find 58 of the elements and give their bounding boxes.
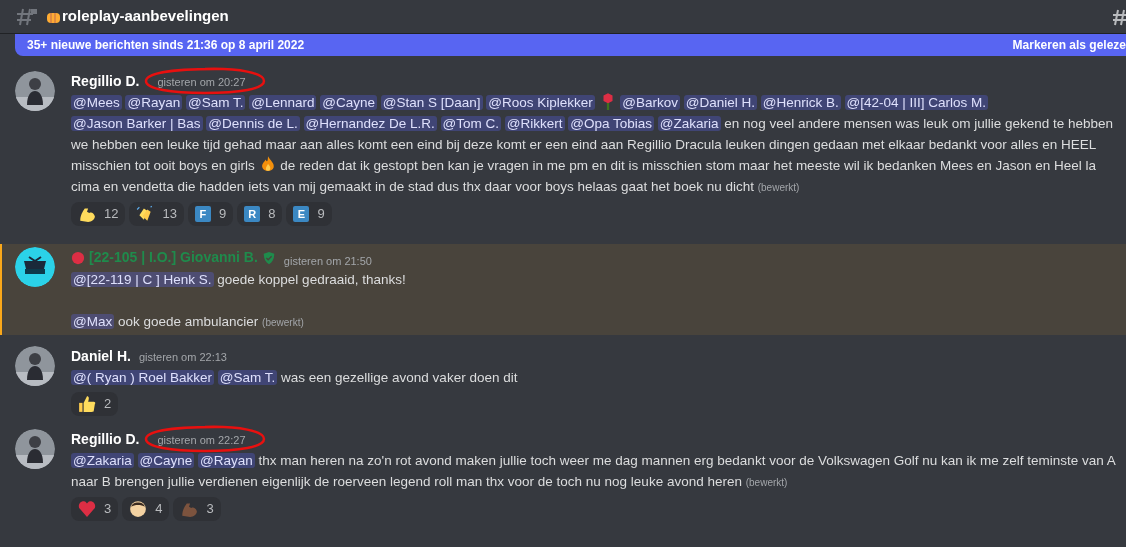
flexed-arm-icon <box>180 500 199 518</box>
mention-link[interactable]: @Hernandez De L.R. <box>303 116 437 131</box>
new-messages-text: 35+ nieuwe berichten sinds 21:36 op 8 april 2022 <box>27 37 305 54</box>
mention-link[interactable]: @Sam T. <box>186 95 246 110</box>
reaction-button[interactable]: R 8 <box>237 202 283 226</box>
username[interactable]: Regillio D. <box>71 429 140 450</box>
username[interactable]: Daniel H. <box>71 346 131 367</box>
username[interactable]: Regillio D. <box>71 71 140 92</box>
message-text: @[22-119 | C ] Henk S. goede koppel gedraaid, thanks! <box>71 271 407 289</box>
edited-label: (bewerkt) <box>757 182 800 193</box>
mention-link[interactable]: @Rayan <box>125 95 183 110</box>
mention-link[interactable]: @Henrick B. <box>760 95 841 110</box>
baby-face-icon <box>129 500 148 518</box>
thumbs-up-icon <box>78 395 96 413</box>
reaction-button[interactable]: E 9 <box>286 202 332 226</box>
mention-link[interactable]: @Daniel H. <box>683 95 758 110</box>
mention-link[interactable]: @Mees <box>71 95 122 110</box>
flexed-arm-icon <box>78 205 96 223</box>
mention-link[interactable]: @Cayne <box>320 95 377 110</box>
edited-label: (bewerkt) <box>262 317 304 328</box>
mention-link[interactable]: @Zakaria <box>657 116 721 131</box>
mention-link[interactable]: @Barkov <box>620 95 681 110</box>
timestamp: gisteren om 22:13 <box>138 350 227 365</box>
heart-icon <box>78 500 96 518</box>
mention-link[interactable]: @Tom C. <box>440 116 502 131</box>
message-text: @Max ook goede ambulancier (bewerkt) <box>71 313 305 331</box>
mention-link[interactable]: @Cayne <box>137 453 195 468</box>
mention-link[interactable]: @Rikkert <box>504 116 565 131</box>
mention-link[interactable]: @( Ryan ) Roel Bakker <box>71 370 214 385</box>
reaction-button[interactable]: 2 <box>71 392 119 416</box>
mention-link[interactable]: @Stan S [Daan] <box>380 95 483 110</box>
mention-link[interactable]: @Opa Tobias <box>568 116 655 131</box>
reaction-button[interactable]: 4 <box>122 497 170 521</box>
mention-link[interactable]: @Max <box>71 314 115 329</box>
mention-link[interactable]: @Jason Barker | Bas <box>71 116 203 131</box>
message-text: @Zakaria @Cayne @Rayan thx man heren na zo'n rot avond maken jullie toch weer me dag mannen erg bedankt voor de Volkswagen Golf nu kan ik me zelf teminste van A naar B brengen jullie verdienen eigenlijk de roerveen legend roll man thx voor de toch nu nog leuke avond heren (bewerkt) <box>71 452 1117 491</box>
mention-link[interactable]: @[22-119 | C ] Henk S. <box>71 272 214 287</box>
timestamp: gisteren om 21:50 <box>283 253 372 269</box>
mention-link[interactable]: @Zakaria <box>71 453 134 468</box>
mention-link[interactable]: @Lennard <box>249 95 317 110</box>
mark-as-read-button[interactable]: Markeren als geleze <box>1012 36 1126 54</box>
mention-link[interactable]: @Dennis de L. <box>206 116 300 131</box>
message-text: @( Ryan ) Roel Bakker @Sam T. was een gezellige avond vaker doen dit <box>71 369 519 387</box>
mention-link[interactable]: @[42-04 | III] Carlos M. <box>844 95 989 110</box>
message-text: @Mees @Rayan @Sam T. @Lennard @Cayne @Stan S [Daan] @Roos Kiplekker @Barkov @Daniel H. @Henrick B. @[42-04 | III] Carlos M. @Jason Barker | Bas @Dennis de L. @Hernandez De L.R. @Tom C. @Rikkert @Opa Tobias @Zakaria en nog veel andere mensen was leuk om jullie gekend te hebben we hebben een leuke tijd gehad maar aan alles komt een eind bij deze komt er een eind aan Regillio Dracula leuken dingen gedaan met elkaar bedankt voor alles en HEEL misschien tot ooit boys en girls de reden dat ik gestopt ben kan je vragen in me pm en dit is misschien stom maar het meeste wil ik bedanken Mees en Jason en Heel la cima en vendetta die hadden iets van mij gemaakt in de stad dus thx daar voor boys helaas gaat het boek nu dicht (bewerkt) <box>71 92 1118 198</box>
timestamp: gisteren om 22:27 <box>157 432 246 449</box>
timestamp: gisteren om 20:27 <box>157 74 246 91</box>
mention-link[interactable]: @Sam T. <box>217 370 278 385</box>
reaction-button[interactable]: 3 <box>173 497 221 521</box>
mention-link[interactable]: @Roos Kiplekker <box>486 95 595 110</box>
channel-name: roleplay-aanbevelingen <box>62 6 229 27</box>
reaction-button[interactable]: F 9 <box>187 202 234 226</box>
reaction-button[interactable]: 13 <box>129 202 184 226</box>
mention-link[interactable]: @Rayan <box>198 453 255 468</box>
locked-channel-icon <box>16 6 38 27</box>
reaction-button[interactable]: 12 <box>71 202 126 226</box>
reaction-button[interactable]: 3 <box>71 497 119 521</box>
edited-label: (bewerkt) <box>745 477 788 488</box>
